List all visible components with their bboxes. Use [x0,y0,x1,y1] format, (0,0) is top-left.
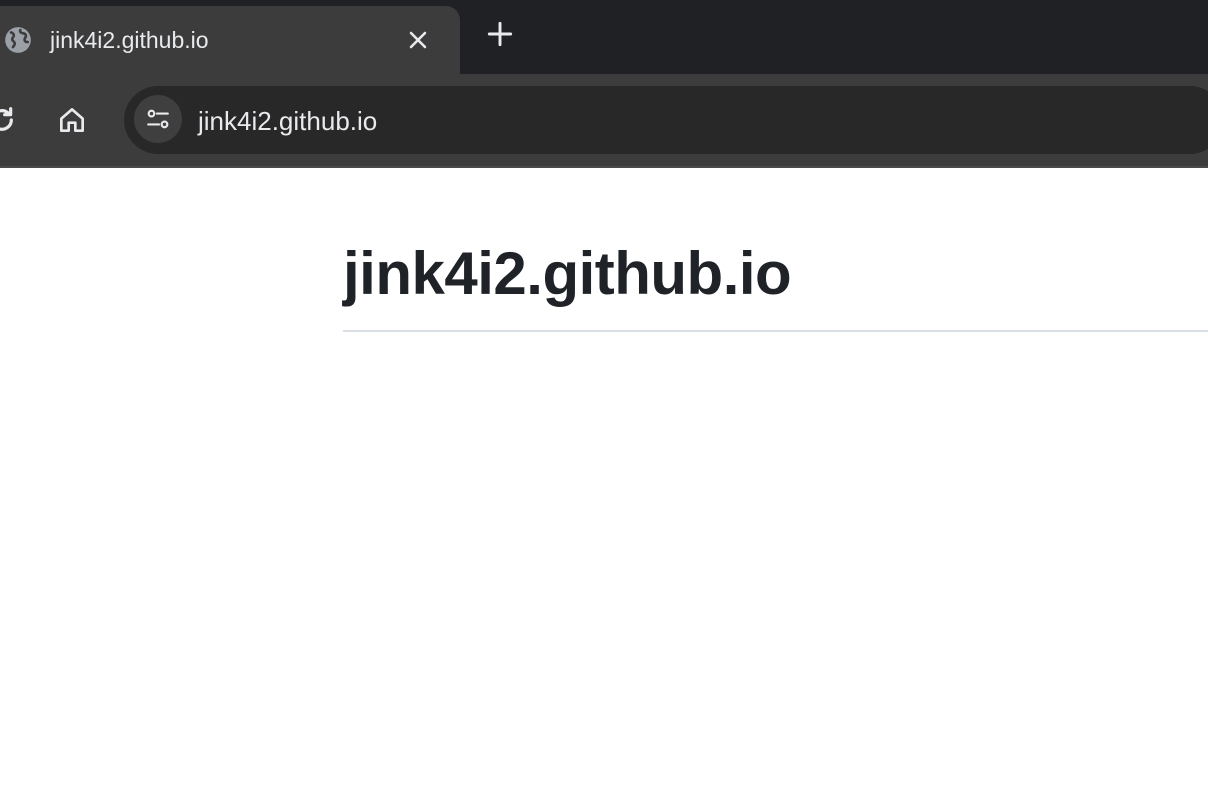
close-icon[interactable] [404,26,432,54]
tune-icon [147,109,169,129]
page-title: jink4i2.github.io [343,240,792,307]
browser-window: jink4i2.github.io jink4i2.github.io jink… [0,0,1208,806]
url-text[interactable]: jink4i2.github.io [198,106,377,136]
tab-title: jink4i2.github.io [50,27,209,53]
page-content: jink4i2.github.io [0,168,1208,806]
title-divider [343,330,1208,332]
home-icon[interactable] [56,104,88,136]
active-tab[interactable]: jink4i2.github.io [0,6,460,74]
plus-icon[interactable] [484,18,516,50]
toolbar: jink4i2.github.io [0,74,1208,166]
site-info-button[interactable] [134,95,182,143]
reload-icon[interactable] [0,104,18,136]
address-bar[interactable]: jink4i2.github.io [124,86,1208,154]
tab-strip: jink4i2.github.io [0,0,1208,74]
globe-icon [5,27,31,53]
